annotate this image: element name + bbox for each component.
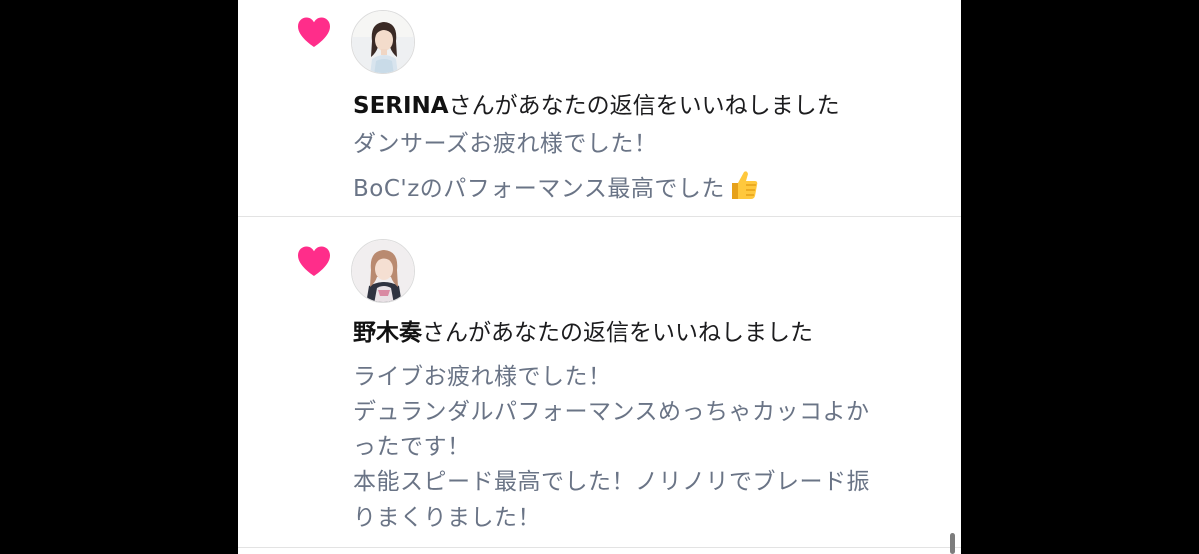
- reply-text-line: BoC'zのパフォーマンス最高でした: [353, 168, 761, 204]
- notification-item[interactable]: SERINAさんがあなたの返信をいいねしました ダンサーズお疲れ様でした！ Bo…: [238, 0, 961, 217]
- action-text: さんがあなたの返信をいいねしました: [448, 93, 840, 119]
- reply-text-line: ダンサーズお疲れ様でした！: [353, 131, 658, 157]
- reply-text-line: 本能スピード最高でした！ノリノリでブレード振: [353, 469, 870, 495]
- notifications-list: SERINAさんがあなたの返信をいいねしました ダンサーズお疲れ様でした！ Bo…: [238, 0, 961, 554]
- reply-text-line: ったです！: [353, 434, 471, 460]
- reply-text-line: りまくりました！: [353, 505, 541, 531]
- username[interactable]: SERINA: [353, 93, 449, 119]
- notification-headline: SERINAさんがあなたの返信をいいねしました: [353, 91, 840, 121]
- reply-text-line: ライブお疲れ様でした！: [353, 364, 612, 390]
- notification-headline: 野木奏さんがあなたの返信をいいねしました: [353, 318, 813, 348]
- heart-icon: [298, 246, 330, 276]
- thumbs-up-icon: [731, 171, 758, 199]
- action-text: さんがあなたの返信をいいねしました: [422, 320, 813, 346]
- screen: SERINAさんがあなたの返信をいいねしました ダンサーズお疲れ様でした！ Bo…: [0, 0, 1199, 554]
- avatar-serina[interactable]: [351, 10, 415, 74]
- avatar-noki-kanade[interactable]: [351, 239, 415, 303]
- scrollbar[interactable]: [950, 533, 955, 554]
- username[interactable]: 野木奏: [353, 320, 422, 346]
- notification-item[interactable]: 野木奏さんがあなたの返信をいいねしました ライブお疲れ様でした！ デュランダルパ…: [238, 217, 961, 548]
- reply-text: BoC'zのパフォーマンス最高でした: [353, 176, 725, 202]
- heart-icon: [298, 17, 330, 47]
- reply-text-line: デュランダルパフォーマンスめっちゃカッコよか: [353, 399, 870, 425]
